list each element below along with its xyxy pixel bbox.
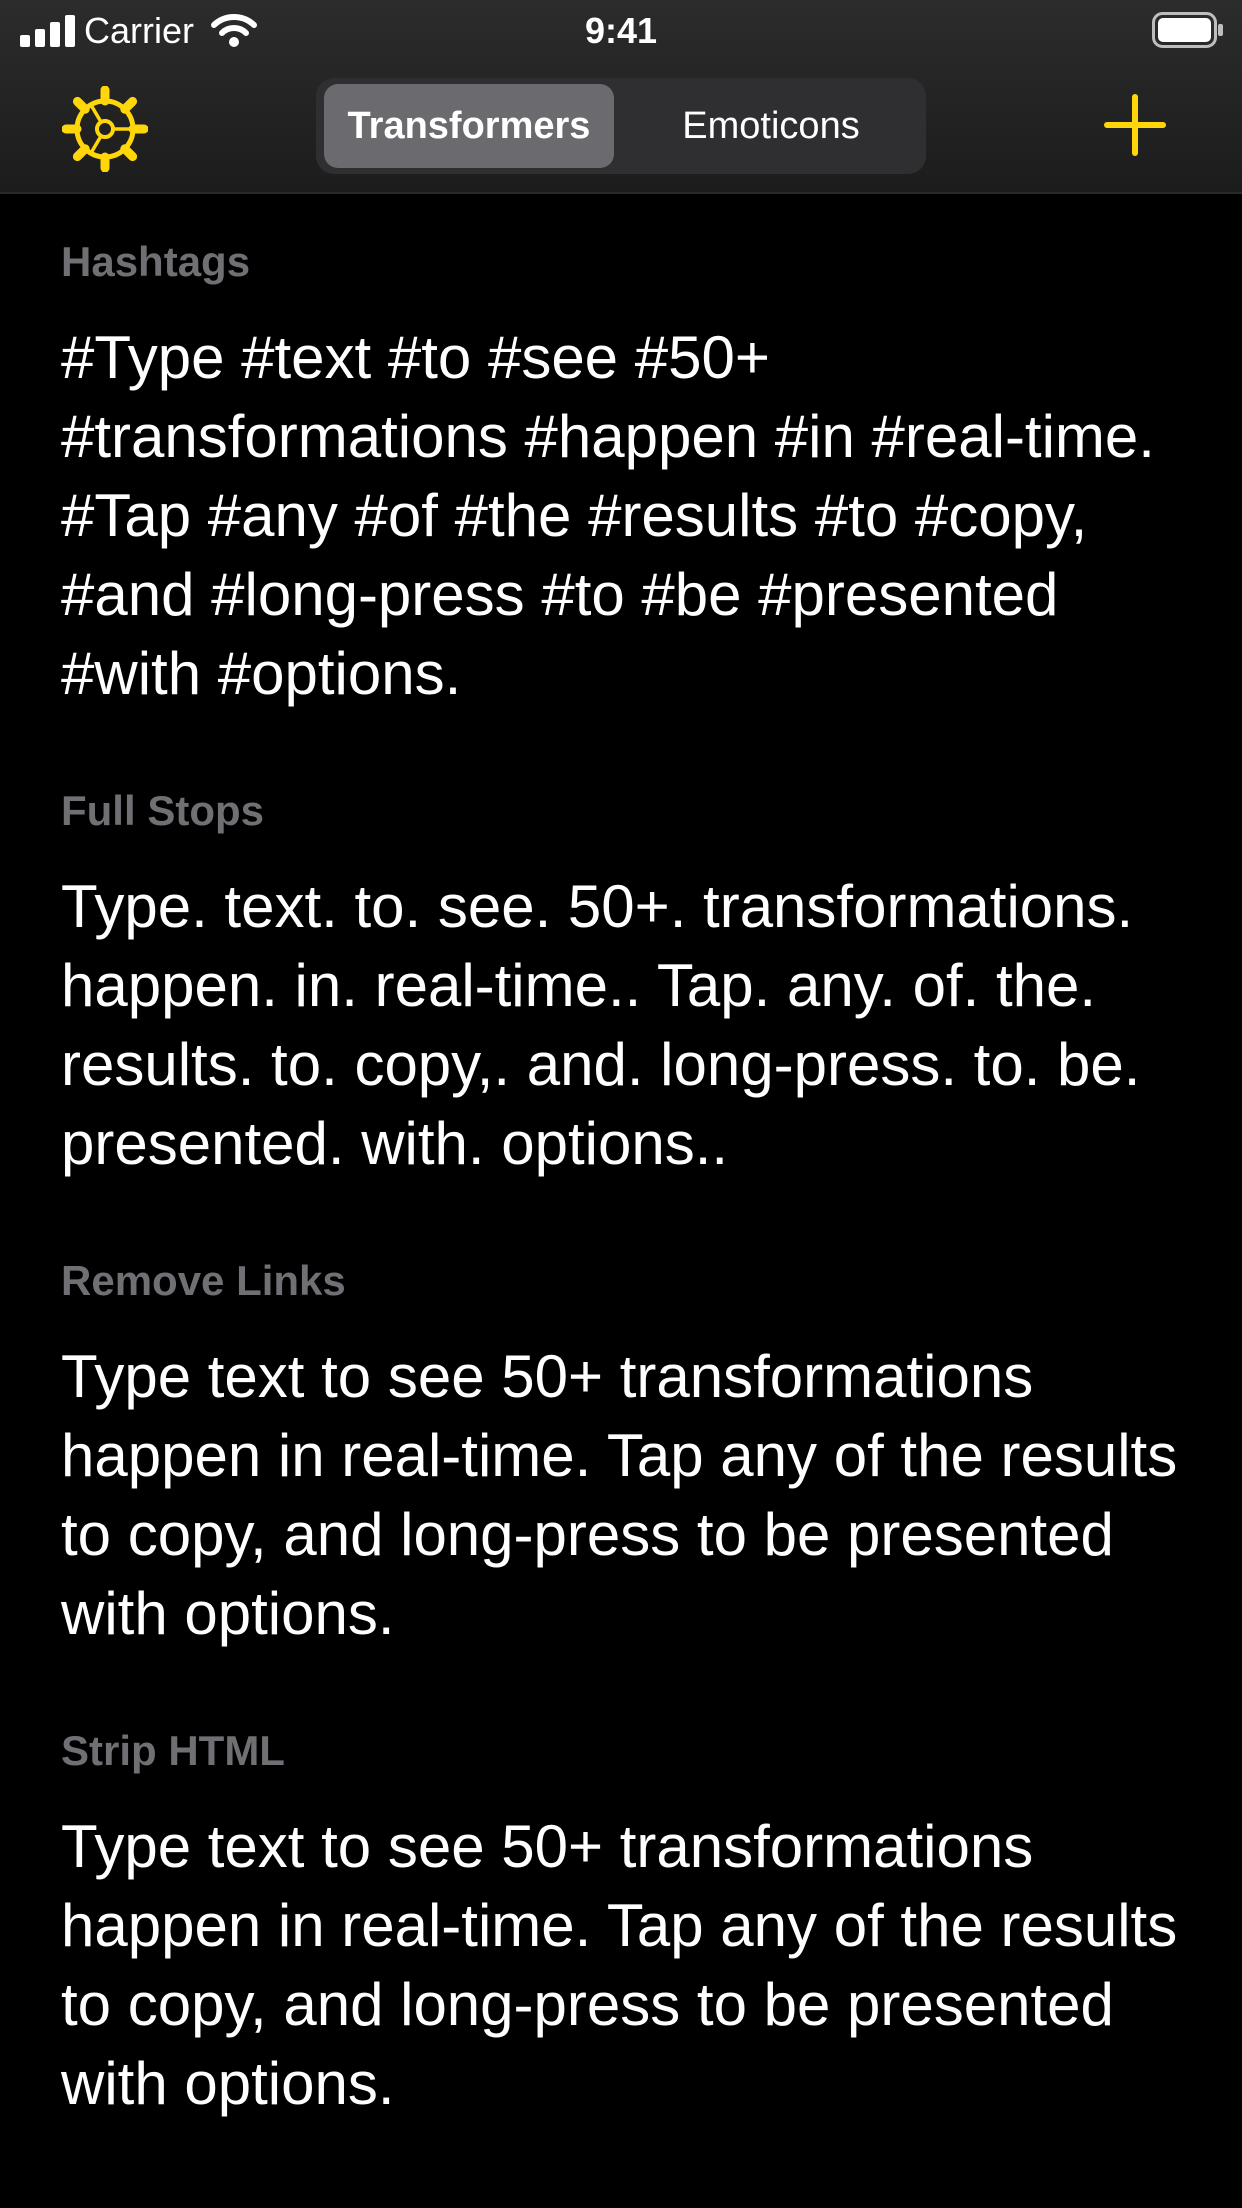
result-text: Type text to see 50+ transformations hap… <box>61 1813 1178 2117</box>
add-plus-icon[interactable] <box>1104 94 1166 156</box>
result-full-stops[interactable]: Full Stops Type. text. to. see. 50+. tra… <box>61 785 1191 1183</box>
result-text: Type text to see 50+ transformations hap… <box>61 1343 1178 1647</box>
tab-transformers[interactable]: Transformers <box>324 84 614 168</box>
result-title: Strip HTML <box>61 1727 285 1774</box>
result-title: Hashtags <box>61 238 251 285</box>
result-remove-links[interactable]: Remove Links Type text to see 50+ transf… <box>61 1255 1191 1653</box>
result-strip-html[interactable]: Strip HTML Type text to see 50+ transfor… <box>61 1725 1191 2123</box>
result-title: Full Stops <box>61 787 264 834</box>
result-text: #Type #text #to #see #50+ #transformatio… <box>61 324 1155 707</box>
status-time: 9:41 <box>584 10 658 51</box>
mode-segmented-control: Transformers Emoticons <box>316 78 926 174</box>
battery-icon <box>1152 12 1223 48</box>
status-bar: Carrier 9:41 <box>0 0 1242 62</box>
settings-gear-icon[interactable] <box>62 86 148 172</box>
transform-results-list: Hashtags #Type #text #to #see #50+ #tran… <box>61 236 1191 2195</box>
tab-emoticons[interactable]: Emoticons <box>622 84 920 168</box>
result-title: Remove Links <box>61 1257 346 1304</box>
navigation-header: Carrier 9:41 Transformers Emoticons <box>0 0 1242 194</box>
result-text: Type. text. to. see. 50+. transformation… <box>61 873 1141 1177</box>
result-hashtags[interactable]: Hashtags #Type #text #to #see #50+ #tran… <box>61 236 1191 713</box>
